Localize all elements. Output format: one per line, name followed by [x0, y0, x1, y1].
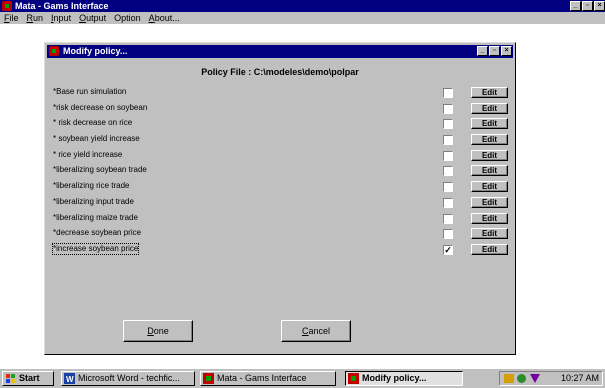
policy-checkbox[interactable] — [443, 197, 453, 208]
policy-row: *liberalizing input trade Edit — [53, 195, 513, 211]
edit-button[interactable]: Edit — [471, 87, 508, 98]
menu-about[interactable]: About... — [145, 12, 184, 24]
policy-row: *liberalizing rice trade Edit — [53, 179, 513, 195]
policy-checkbox[interactable] — [443, 182, 453, 193]
policy-row: *liberalizing soybean trade Edit — [53, 163, 513, 179]
policy-row: * soybean yield increase Edit — [53, 132, 513, 148]
edit-button[interactable]: Edit — [471, 243, 508, 255]
dialog-window-controls: _ ▫ × — [477, 46, 512, 56]
svg-text:W: W — [66, 375, 74, 384]
policy-label: * rice yield increase — [53, 149, 123, 159]
main-window-controls: _ ▫ × — [570, 1, 605, 11]
close-icon[interactable]: × — [594, 1, 605, 11]
maximize-icon[interactable]: ▫ — [582, 1, 593, 11]
edit-button[interactable]: Edit — [471, 196, 508, 208]
policy-row: *Base run simulation Edit — [53, 85, 513, 101]
main-window-title: Mata - Gams Interface — [15, 1, 109, 11]
menu-file[interactable]: File — [0, 12, 23, 24]
edit-button[interactable]: Edit — [471, 118, 508, 130]
main-titlebar[interactable]: Mata - Gams Interface _ ▫ × — [0, 0, 605, 12]
modify-policy-dialog: Modify policy... _ ▫ × Policy File : C:\… — [44, 42, 516, 355]
edit-button[interactable]: Edit — [471, 228, 508, 240]
policy-checkbox[interactable] — [443, 213, 453, 224]
policy-checkbox[interactable] — [443, 103, 453, 114]
policy-label: *liberalizing rice trade — [53, 181, 130, 191]
policy-label: *increase soybean price — [51, 242, 140, 255]
policy-checkbox[interactable] — [443, 135, 453, 146]
clock: 10:27 AM — [560, 373, 599, 383]
menu-run[interactable]: Run — [23, 12, 48, 24]
policy-checkbox[interactable] — [443, 166, 453, 177]
tray-icon[interactable] — [504, 374, 514, 383]
policy-label: *risk decrease on soybean — [53, 102, 148, 112]
taskbar-item-mata[interactable]: Mata - Gams Interface — [200, 371, 336, 386]
word-icon: W — [64, 373, 75, 384]
policy-label: * risk decrease on rice — [53, 118, 133, 128]
minimize-icon[interactable]: _ — [570, 1, 581, 11]
policy-row: * rice yield increase Edit — [53, 148, 513, 164]
cancel-button[interactable]: Cancel — [281, 320, 351, 342]
volume-icon[interactable] — [530, 374, 540, 383]
menubar: File Run Input Output Option About... — [0, 12, 605, 24]
dialog-titlebar[interactable]: Modify policy... _ ▫ × — [47, 45, 513, 58]
minimize-icon[interactable]: _ — [477, 46, 488, 56]
edit-button[interactable]: Edit — [471, 134, 508, 146]
mata-app-icon — [348, 373, 359, 384]
menu-output[interactable]: Output — [75, 12, 110, 24]
done-button[interactable]: Done — [123, 320, 193, 342]
tray-icon[interactable] — [517, 374, 526, 383]
policy-checkbox[interactable] — [443, 119, 453, 130]
app-icon — [2, 1, 12, 11]
edit-button[interactable]: Edit — [471, 149, 508, 161]
taskbar-item-modify-policy[interactable]: Modify policy... — [345, 371, 463, 386]
edit-button[interactable]: Edit — [471, 165, 508, 177]
close-icon[interactable]: × — [501, 46, 512, 56]
policy-row: *increase soybean price ✓ Edit — [51, 242, 513, 258]
taskbar: Start W Microsoft Word - techfic... Mata… — [0, 368, 605, 388]
policy-label: *decrease soybean price — [53, 228, 142, 238]
policy-checkbox[interactable] — [443, 88, 453, 98]
policy-row: *risk decrease on soybean Edit — [53, 101, 513, 117]
policy-file-label: Policy File : C:\modeles\demo\polpar — [201, 67, 359, 77]
policy-label: *liberalizing input trade — [53, 196, 134, 206]
menu-option[interactable]: Option — [110, 12, 145, 24]
edit-button[interactable]: Edit — [471, 181, 508, 193]
mata-app-icon — [203, 373, 214, 384]
policy-checkbox[interactable]: ✓ — [443, 244, 453, 255]
dialog-title: Modify policy... — [63, 46, 128, 56]
menu-input[interactable]: Input — [47, 12, 75, 24]
policy-list: *Base run simulation Edit *risk decrease o… — [51, 85, 513, 258]
start-button[interactable]: Start — [2, 371, 54, 386]
policy-row: * risk decrease on rice Edit — [53, 116, 513, 132]
edit-button[interactable]: Edit — [471, 212, 508, 224]
windows-logo-icon — [6, 374, 15, 383]
maximize-icon[interactable]: ▫ — [489, 46, 500, 56]
policy-row: *decrease soybean price Edit — [53, 226, 513, 242]
policy-row: *liberalizing maize trade Edit — [53, 211, 513, 227]
policy-checkbox[interactable] — [443, 229, 453, 240]
policy-label: *liberalizing soybean trade — [53, 165, 147, 175]
taskbar-item-word[interactable]: W Microsoft Word - techfic... — [61, 371, 195, 386]
policy-checkbox[interactable] — [443, 150, 453, 161]
edit-button[interactable]: Edit — [471, 102, 508, 114]
system-tray: 10:27 AM — [499, 371, 603, 386]
policy-label: * soybean yield increase — [53, 134, 140, 144]
policy-label: *Base run simulation — [53, 87, 127, 96]
policy-label: *liberalizing maize trade — [53, 212, 138, 222]
dialog-app-icon — [49, 46, 59, 56]
